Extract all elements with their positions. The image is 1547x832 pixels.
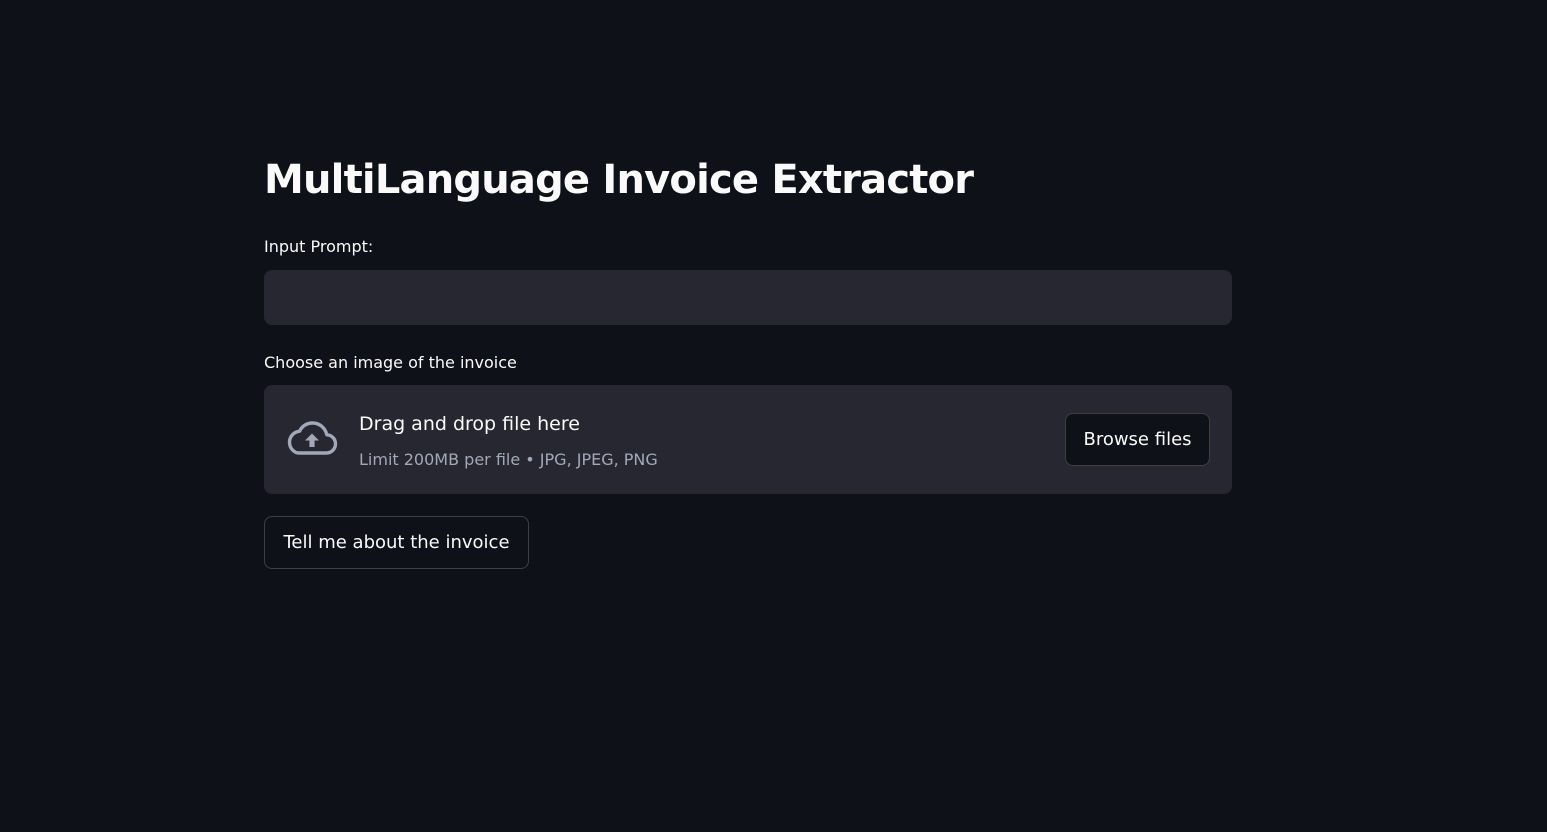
submit-button[interactable]: Tell me about the invoice <box>264 516 529 569</box>
browse-files-button[interactable]: Browse files <box>1065 413 1210 466</box>
file-dropzone[interactable]: Drag and drop file here Limit 200MB per … <box>264 385 1232 494</box>
dropzone-limit-text: Limit 200MB per file • JPG, JPEG, PNG <box>359 450 658 469</box>
cloud-upload-icon <box>287 421 338 455</box>
dropzone-title: Drag and drop file here <box>359 413 580 435</box>
input-prompt-label: Input Prompt: <box>264 237 374 256</box>
file-uploader-label: Choose an image of the invoice <box>264 353 517 372</box>
input-prompt-field[interactable] <box>264 270 1232 325</box>
page-title: MultiLanguage Invoice Extractor <box>264 157 974 203</box>
